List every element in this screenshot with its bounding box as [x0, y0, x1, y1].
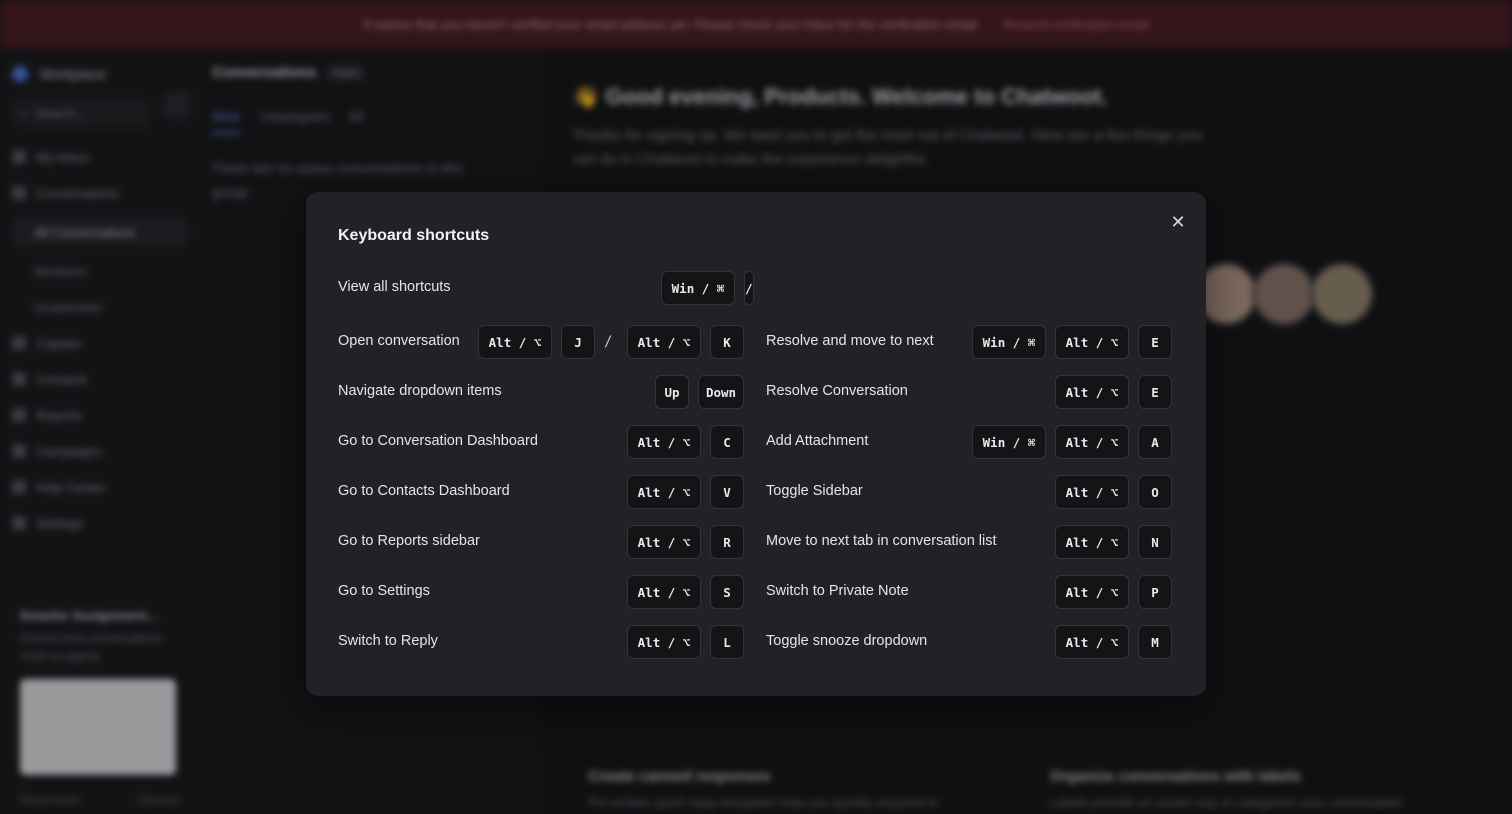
keycap: O [1138, 475, 1172, 509]
shortcut-keys: Alt / ⌥ E [306, 375, 1206, 409]
keycap: E [1138, 375, 1172, 409]
keycap: Alt / ⌥ [1055, 575, 1129, 609]
keycap: Win / ⌘ [972, 325, 1046, 359]
shortcut-keys: Alt / ⌥ M [306, 625, 1206, 659]
close-icon: ✕ [1170, 211, 1186, 232]
shortcut-keys: Alt / ⌥ O [306, 475, 1206, 509]
keycap: Alt / ⌥ [1055, 475, 1129, 509]
keycap: / [744, 271, 754, 305]
modal-title: Keyboard shortcuts [338, 227, 490, 244]
keycap: M [1138, 625, 1172, 659]
keycap: A [1138, 425, 1172, 459]
shortcut-keys: Win / ⌘ Alt / ⌥ E [306, 325, 1206, 359]
keycap: Alt / ⌥ [1055, 325, 1129, 359]
shortcut-keys: Alt / ⌥ P [306, 575, 1206, 609]
keycap: Alt / ⌥ [1055, 625, 1129, 659]
shortcut-keys: Win / ⌘ / [306, 271, 1206, 305]
keycap: Alt / ⌥ [1055, 525, 1129, 559]
keyboard-shortcuts-modal: Keyboard shortcuts ✕ View all shortcuts W… [306, 192, 1206, 696]
keycap: Alt / ⌥ [1055, 425, 1129, 459]
shortcut-keys: Alt / ⌥ N [306, 525, 1206, 559]
keycap: Win / ⌘ [661, 271, 735, 305]
keycap: Alt / ⌥ [1055, 375, 1129, 409]
shortcut-keys: Win / ⌘ Alt / ⌥ A [306, 425, 1206, 459]
keycap: N [1138, 525, 1172, 559]
keycap: E [1138, 325, 1172, 359]
keycap: Win / ⌘ [972, 425, 1046, 459]
close-button[interactable]: ✕ [1165, 209, 1191, 235]
keycap: P [1138, 575, 1172, 609]
